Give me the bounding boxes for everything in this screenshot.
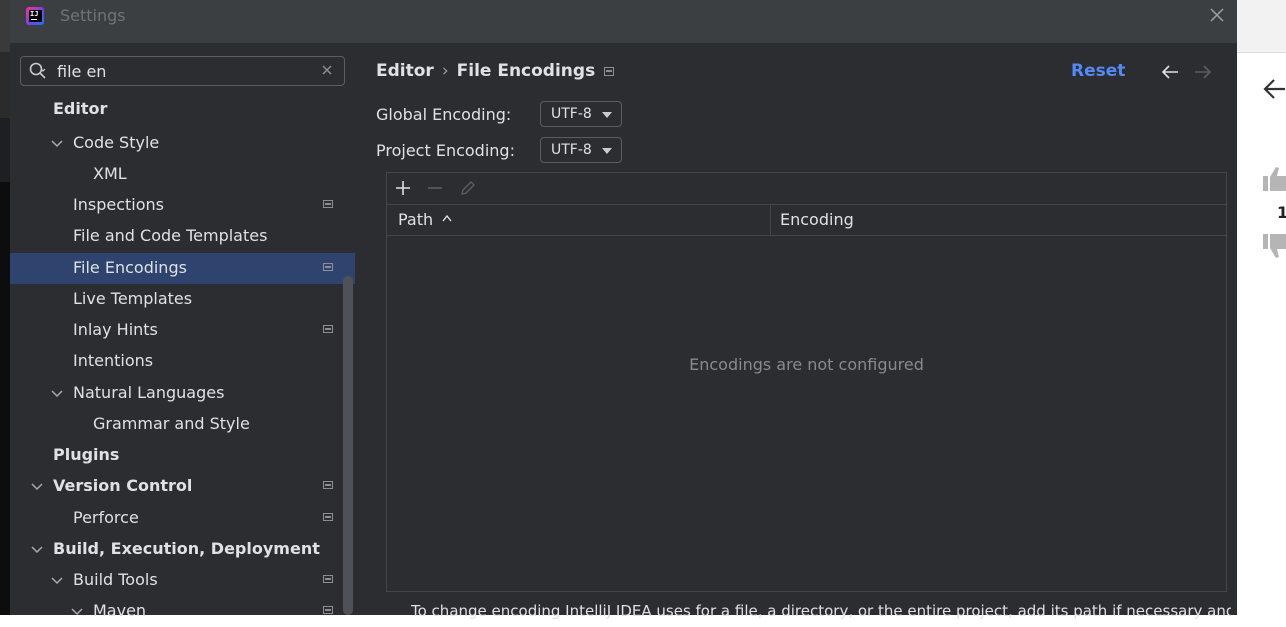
tree-item-label: File Encodings [73,258,187,277]
column-divider[interactable] [770,204,771,235]
tree-item-inspections[interactable]: Inspections [10,190,355,221]
reset-button[interactable]: Reset [1071,61,1125,81]
tree-item-label: Code Style [73,133,160,152]
settings-content: Editor › File Encodings Reset Global Encod… [355,43,1237,620]
tree-item-version-control[interactable]: Version Control [10,471,355,502]
remove-icon[interactable] [426,179,444,197]
tree-item-file-encodings[interactable]: File Encodings [10,253,355,284]
chevron-down-icon[interactable] [50,574,64,588]
app-icon: IJ [26,7,44,25]
breadcrumb-current: File Encodings [456,61,596,81]
tree-item-intentions[interactable]: Intentions [10,346,355,377]
search-field[interactable] [20,56,345,86]
tree-item-inlay-hints[interactable]: Inlay Hints [10,315,355,346]
breadcrumb-parent[interactable]: Editor [376,61,434,81]
thumbs-up-icon [1263,167,1286,191]
dropdown-arrow-icon [602,112,612,118]
chevron-down-icon[interactable] [50,137,64,151]
tree-item-build-tools[interactable]: Build Tools [10,565,355,596]
project-encoding-value: UTF-8 [551,142,592,158]
chevron-down-icon[interactable] [70,605,84,619]
tree-item-file-and-code-templates[interactable]: File and Code Templates [10,221,355,252]
sort-ascending-icon [442,214,452,222]
settings-scope-icon [323,481,333,489]
tree-item-label: Plugins [53,445,120,464]
tree-item-label: Build, Execution, Deployment [53,539,320,558]
add-icon[interactable] [394,179,412,197]
breadcrumb-separator: › [441,61,449,81]
forward-arrow-icon[interactable] [1193,63,1213,81]
settings-scope-icon [323,575,333,583]
tree-item-label: Inspections [73,195,164,214]
dropdown-arrow-icon [602,148,612,154]
window-title: Settings [60,6,126,25]
edit-icon[interactable] [459,179,477,197]
close-icon[interactable] [1208,6,1226,24]
tree-item-label: XML [93,164,127,183]
breadcrumb: Editor › File Encodings [376,61,595,81]
tree-item-label: Perforce [73,508,139,527]
chevron-down-icon[interactable] [30,543,44,557]
table-header: Path Encoding [387,204,1226,236]
back-arrow-icon [1263,79,1285,99]
project-encoding-select[interactable]: UTF-8 [540,137,622,163]
table-toolbar [387,173,1226,205]
back-arrow-icon[interactable] [1160,63,1180,81]
tree-item-code-style[interactable]: Code Style [10,128,355,159]
table-empty-text: Encodings are not configured [689,355,924,374]
tree-item-label: Build Tools [73,570,158,589]
settings-scope-icon [323,513,333,521]
tree-item-label: Live Templates [73,289,193,308]
global-encoding-value: UTF-8 [551,106,592,122]
global-encoding-label: Global Encoding: [376,105,512,124]
tree-item-label: Inlay Hints [73,320,158,339]
settings-scope-icon [323,606,333,614]
sidebar-scrollbar[interactable] [343,276,353,615]
background-right-panel: 1 [1237,0,1286,615]
tree-item-label: Maven [93,601,147,620]
background-left-strip [0,0,10,615]
tree-item-xml[interactable]: XML [10,159,355,190]
title-bar: IJ Settings [10,0,1237,43]
tree-item-label: Editor [53,99,108,118]
chevron-down-icon[interactable] [30,480,44,494]
global-encoding-select[interactable]: UTF-8 [540,101,622,127]
settings-scope-icon [604,67,614,76]
settings-scope-icon [323,263,333,271]
tree-item-perforce[interactable]: Perforce [10,503,355,534]
tree-item-label: File and Code Templates [73,226,268,245]
column-header-encoding[interactable]: Encoding [780,210,854,229]
settings-scope-icon [323,325,333,333]
tree-item-plugins[interactable]: Plugins [10,440,355,471]
search-icon [29,62,46,79]
tree-item-build-execution-deployment[interactable]: Build, Execution, Deployment [10,534,355,565]
settings-sidebar: Editor Code Style XML Inspections File a… [10,43,355,620]
app-icon-text: IJ [29,10,42,22]
search-input[interactable] [57,60,307,82]
settings-scope-icon [323,200,333,208]
encodings-table: Path Encoding Encodings are not configur… [386,172,1227,592]
project-encoding-label: Project Encoding: [376,141,515,160]
column-header-path[interactable]: Path [398,210,433,229]
tree-item-maven[interactable]: Maven [10,596,355,627]
tree-item-label: Natural Languages [73,383,225,402]
tree-item-grammar-and-style[interactable]: Grammar and Style [10,409,355,440]
thumbs-down-icon [1263,234,1286,258]
help-text: To change encoding IntelliJ IDEA uses fo… [411,602,1231,620]
tree-item-editor[interactable]: Editor [10,94,355,125]
tree-item-label: Grammar and Style [93,414,250,433]
clear-icon[interactable] [317,60,337,80]
settings-dialog: IJ Settings Editor Code Style [10,0,1237,620]
chevron-down-icon[interactable] [50,387,64,401]
tree-item-label: Version Control [53,476,193,495]
tree-item-label: Intentions [73,351,154,370]
tree-item-natural-languages[interactable]: Natural Languages [10,378,355,409]
tree-item-live-templates[interactable]: Live Templates [10,284,355,315]
vote-count: 1 [1277,203,1286,222]
